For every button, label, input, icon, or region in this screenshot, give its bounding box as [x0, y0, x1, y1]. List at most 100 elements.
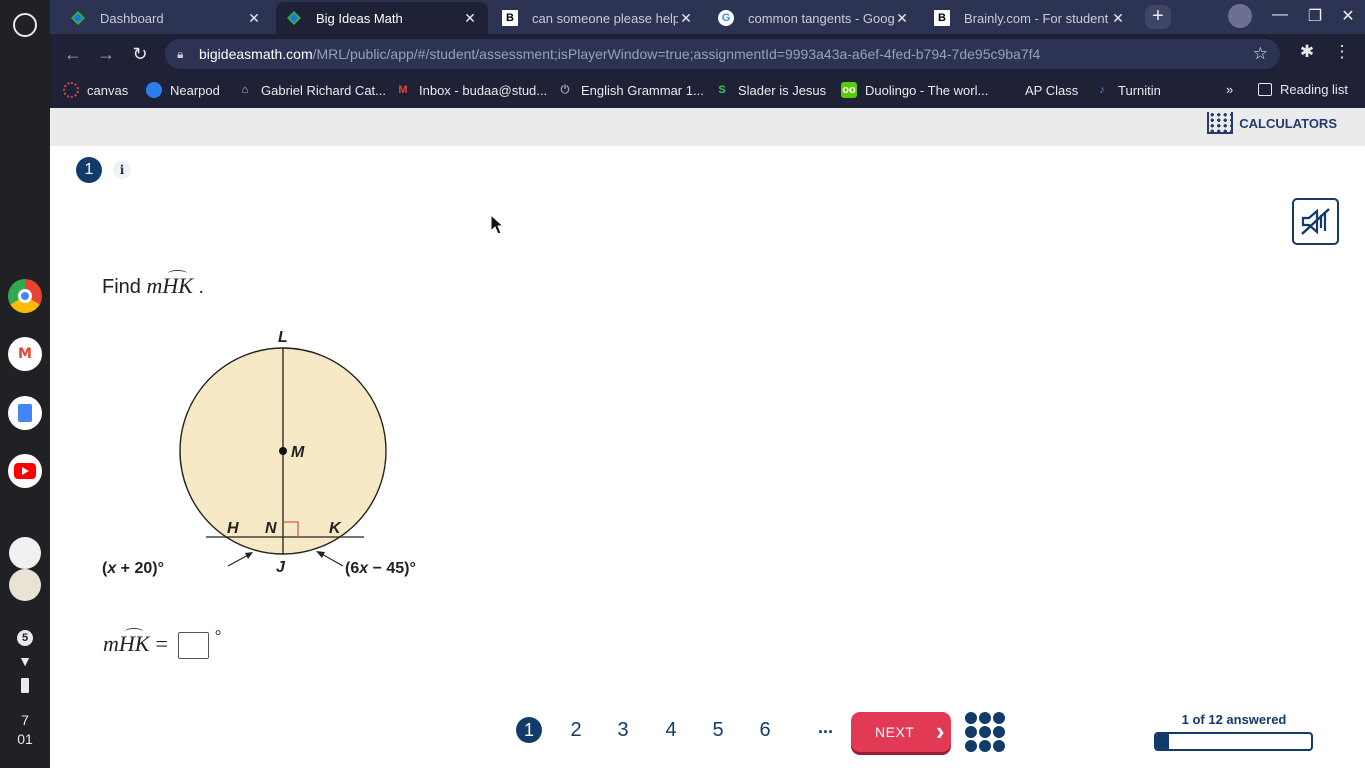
- docs-icon[interactable]: [8, 396, 42, 430]
- bookmark-duolingo[interactable]: oo Duolingo - The worl...: [841, 82, 988, 98]
- bookmark-label: AP Class: [1025, 82, 1079, 98]
- bookmark-label: Nearpod: [170, 82, 220, 98]
- assessment-page: CALCULATORS 1 i Find mHK . L M H N K J (…: [50, 108, 1365, 768]
- tab-google-search[interactable]: G common tangents - Goog ✕: [708, 2, 920, 34]
- tab-big-ideas-math[interactable]: Big Ideas Math ✕: [276, 2, 488, 34]
- maximize-icon[interactable]: ❐: [1303, 6, 1327, 26]
- next-label: NEXT: [875, 724, 915, 740]
- answer-measure-var: m: [103, 630, 119, 656]
- clock-hour[interactable]: 7: [0, 712, 50, 728]
- bookmark-nearpod[interactable]: Nearpod: [146, 82, 220, 98]
- back-icon[interactable]: ←: [62, 43, 84, 65]
- bookmark-star-icon[interactable]: ☆: [1253, 39, 1268, 69]
- answer-input[interactable]: [177, 632, 209, 659]
- browser-toolbar: ← → ↻ 🔒︎ bigideasmath.com/MRL/public/app…: [50, 34, 1365, 74]
- bookmark-ap-class[interactable]: AP Class: [1001, 82, 1078, 98]
- youtube-icon[interactable]: [8, 454, 42, 488]
- photo-app-icon[interactable]: [9, 569, 41, 601]
- page-2-button[interactable]: 2: [563, 717, 589, 743]
- minimize-icon[interactable]: —: [1268, 6, 1292, 24]
- more-pages-button[interactable]: ...: [818, 717, 833, 738]
- tab-dashboard[interactable]: Dashboard ✕: [60, 2, 272, 34]
- label-l: L: [278, 329, 288, 346]
- bookmark-canvas[interactable]: canvas: [63, 82, 128, 98]
- tab-brainly-question[interactable]: B can someone please help ✕: [492, 2, 704, 34]
- gmail-icon: M: [398, 84, 408, 96]
- answer-arc: HK: [118, 627, 150, 656]
- launcher-icon[interactable]: [13, 13, 37, 37]
- close-icon[interactable]: ✕: [1110, 10, 1126, 27]
- menu-icon[interactable]: ⋮: [1330, 42, 1354, 62]
- close-icon[interactable]: ✕: [678, 10, 694, 27]
- question-number-badge: 1: [76, 157, 102, 183]
- clock-minute[interactable]: 01: [0, 731, 50, 747]
- brainly-icon: B: [934, 10, 950, 26]
- page-3-button[interactable]: 3: [610, 717, 636, 743]
- browser-window: Dashboard ✕ Big Ideas Math ✕ B can someo…: [50, 0, 1365, 108]
- speaker-muted-icon: [1301, 208, 1330, 235]
- nearpod-icon: [146, 82, 162, 98]
- more-bookmarks-button[interactable]: »: [1226, 82, 1233, 97]
- info-button[interactable]: i: [113, 161, 131, 179]
- lock-icon: 🔒︎: [177, 47, 184, 61]
- reload-icon[interactable]: ↻: [129, 43, 151, 65]
- reading-list-button[interactable]: Reading list: [1258, 82, 1348, 97]
- question-grid-button[interactable]: [965, 712, 1005, 752]
- extensions-icon[interactable]: ✱: [1295, 42, 1319, 62]
- progress-label: 1 of 12 answered: [1181, 712, 1287, 727]
- bim-icon: [70, 10, 86, 26]
- chevron-right-icon: ›: [935, 716, 945, 746]
- audio-toggle-button[interactable]: [1292, 198, 1339, 245]
- address-bar[interactable]: 🔒︎ bigideasmath.com/MRL/public/app/#/stu…: [165, 39, 1280, 69]
- new-tab-button[interactable]: +: [1145, 5, 1171, 29]
- close-icon[interactable]: ✕: [246, 10, 262, 27]
- page-6-button[interactable]: 6: [752, 717, 778, 743]
- bookmark-label: canvas: [87, 82, 129, 98]
- bookmark-inbox[interactable]: M Inbox - budaa@stud...: [395, 82, 547, 98]
- next-button[interactable]: NEXT ›: [851, 712, 951, 752]
- bookmark-slader[interactable]: S Slader is Jesus: [714, 82, 826, 98]
- page-4-button[interactable]: 4: [658, 717, 684, 743]
- gmail-icon[interactable]: M: [8, 337, 42, 371]
- circle-figure: L M H N K J (x + 20)° (6x − 45)°: [102, 329, 416, 577]
- bookmark-turnitin[interactable]: ♪ Turnitin: [1094, 82, 1161, 98]
- bookmark-label: Duolingo - The worl...: [865, 82, 989, 98]
- bookmark-label: Turnitin: [1118, 82, 1161, 98]
- bookmark-gabriel-richard[interactable]: ⌂ Gabriel Richard Cat...: [237, 82, 386, 98]
- os-shelf: M 5 ▼ 7 01: [0, 0, 50, 768]
- arrow-right: [316, 551, 325, 558]
- bookmark-label: Inbox - budaa@stud...: [419, 82, 548, 98]
- calculators-label: CALCULATORS: [1239, 115, 1337, 131]
- prompt-measure-var: m: [146, 273, 163, 298]
- profile-icon[interactable]: [1228, 4, 1252, 28]
- notification-badge[interactable]: 5: [0, 629, 50, 646]
- page-1-button[interactable]: 1: [516, 717, 542, 743]
- chrome-icon[interactable]: [8, 279, 42, 313]
- calculators-button[interactable]: CALCULATORS: [1207, 108, 1337, 138]
- bookmark-label: Gabriel Richard Cat...: [261, 82, 386, 98]
- battery-icon[interactable]: [0, 678, 50, 696]
- blank-app-icon[interactable]: [9, 537, 41, 569]
- question-prompt: Find mHK .: [102, 270, 204, 299]
- bookmark-english-grammar[interactable]: ⏻ English Grammar 1...: [557, 82, 704, 98]
- bookmarks-bar: canvas Nearpod ⌂ Gabriel Richard Cat... M…: [50, 74, 1365, 108]
- close-icon[interactable]: ✕: [462, 10, 478, 27]
- reading-list-icon: [1258, 83, 1272, 96]
- calculator-icon: [1207, 112, 1234, 134]
- slader-icon: S: [718, 84, 726, 96]
- page-5-button[interactable]: 5: [705, 717, 731, 743]
- answer-row: m HK = °: [103, 627, 222, 659]
- label-k: K: [329, 520, 342, 537]
- wifi-icon[interactable]: ▼: [0, 653, 50, 669]
- mouse-cursor-icon: [490, 214, 504, 235]
- tab-brainly-home[interactable]: B Brainly.com - For student ✕: [924, 2, 1136, 34]
- forward-icon[interactable]: →: [95, 43, 117, 65]
- window-close-icon[interactable]: ✕: [1336, 6, 1360, 26]
- label-h: H: [227, 520, 239, 537]
- arc-jk-expression: (6x − 45)°: [345, 560, 416, 577]
- close-icon[interactable]: ✕: [894, 10, 910, 27]
- bim-icon: [286, 10, 302, 26]
- tab-title: can someone please help: [532, 10, 678, 26]
- degree-unit: °: [214, 628, 222, 645]
- ap-icon: [1001, 82, 1017, 98]
